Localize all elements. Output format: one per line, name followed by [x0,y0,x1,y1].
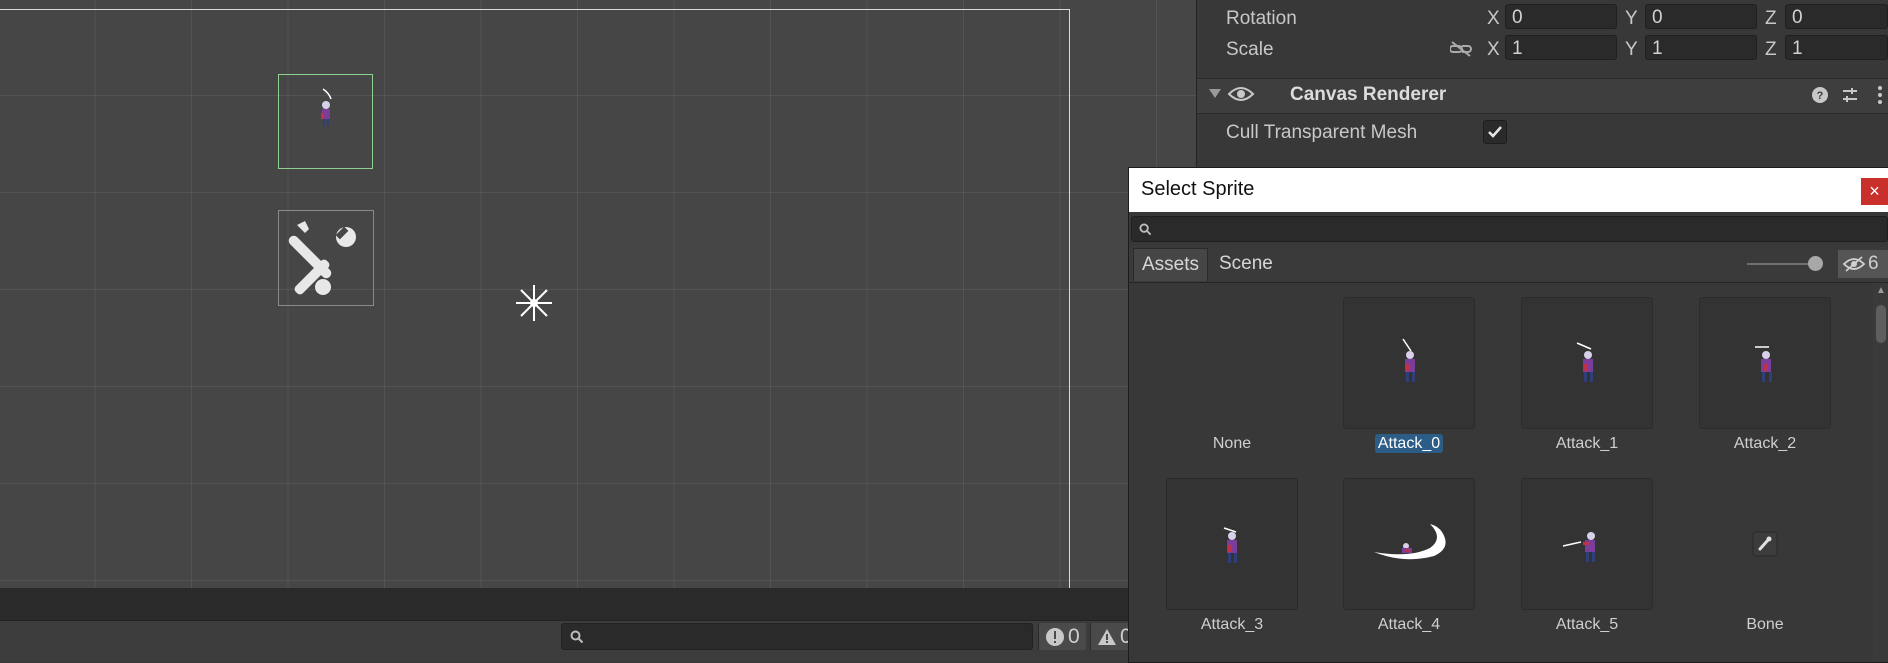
console-search-input[interactable] [561,623,1033,650]
more-options-icon[interactable] [1876,84,1884,106]
bone-icon [1752,531,1778,557]
sprite-label-attack-1: Attack_1 [1555,435,1619,452]
sprite-label-attack-4: Attack_4 [1377,616,1441,633]
scale-label: Scale [1226,39,1274,60]
close-button[interactable]: × [1861,178,1888,205]
scale-z-field[interactable]: 1 [1785,35,1888,60]
error-count-badge[interactable]: 0 [1038,623,1086,650]
sprite-label-attack-0: Attack_0 [1329,434,1489,453]
scene-bottom-bar [0,588,1130,620]
scale-x-field[interactable]: 1 [1505,35,1617,60]
sprite-item-attack-5[interactable] [1521,478,1653,610]
select-sprite-title: Select Sprite [1141,178,1255,200]
error-count: 0 [1068,624,1080,648]
checkmark-icon [1488,126,1502,138]
foldout-triangle-icon[interactable] [1209,89,1221,99]
selected-image-object[interactable] [278,74,373,169]
wrench-screwdriver-icon [288,221,356,295]
scale-y-field[interactable]: 1 [1645,35,1757,60]
rotation-x-field[interactable]: 0 [1505,4,1617,29]
scale-z-axis: Z [1765,39,1777,60]
sprite-label-none: None [1212,435,1252,452]
rotation-z-field[interactable]: 0 [1785,4,1888,29]
thumbnail-size-slider-handle[interactable] [1808,256,1823,271]
sprite-search-input[interactable] [1131,216,1888,242]
character-sprite-icon [321,88,332,126]
hidden-assets-toggle[interactable]: 6 [1838,250,1888,278]
hidden-count: 6 [1868,253,1879,274]
canvas-renderer-title: Canvas Renderer [1290,84,1447,105]
tab-scene[interactable]: Scene [1211,248,1281,280]
sprite-item-attack-2[interactable] [1699,297,1831,429]
help-icon[interactable]: ? [1811,86,1829,104]
sprite-label-attack-2: Attack_2 [1733,435,1797,452]
rotation-y-axis: Y [1625,8,1638,29]
cull-transparent-mesh-checkbox[interactable] [1483,120,1507,144]
svg-text:?: ? [1817,90,1824,102]
sprite-label-attack-5: Attack_5 [1555,616,1619,633]
sprite-label-attack-3: Attack_3 [1200,616,1264,633]
attack-sprite-icon [1223,527,1237,563]
preset-sliders-icon[interactable] [1841,86,1859,104]
search-icon [570,630,584,644]
tab-assets[interactable]: Assets [1133,248,1209,281]
scale-x-axis: X [1487,39,1500,60]
warning-icon [1098,628,1116,645]
cull-transparent-mesh-label: Cull Transparent Mesh [1226,122,1418,143]
sprite-label-bone: Bone [1746,616,1784,633]
attack-sprite-icon [1562,532,1595,562]
scroll-up-icon[interactable]: ▲ [1876,285,1886,296]
tools-image-object[interactable] [278,210,374,306]
rotation-z-axis: Z [1765,8,1777,29]
eye-slash-icon [1842,256,1866,272]
constrain-proportions-icon[interactable] [1450,40,1472,58]
sprite-item-attack-4[interactable] [1343,478,1475,610]
rotation-x-axis: X [1487,8,1500,29]
picker-scrollbar-thumb[interactable] [1876,305,1886,343]
sprite-item-attack-1[interactable] [1521,297,1653,429]
sprite-item-attack-3[interactable] [1166,478,1298,610]
pivot-handle-icon[interactable] [513,282,555,329]
slash-effect-sprite-icon [1374,524,1446,560]
attack-sprite-icon [1755,346,1772,382]
sprite-item-attack-0[interactable] [1343,297,1475,429]
scale-y-axis: Y [1625,39,1638,60]
attack-sprite-icon [1402,338,1415,382]
scene-view[interactable] [0,0,1197,588]
error-icon [1046,627,1064,646]
attack-sprite-icon [1576,342,1593,382]
rotation-y-field[interactable]: 0 [1645,4,1757,29]
search-icon [1139,223,1152,236]
sprite-item-bone[interactable] [1699,478,1831,610]
rotation-label: Rotation [1226,8,1297,29]
eye-icon [1227,87,1255,101]
thumbnail-size-slider[interactable] [1747,263,1817,265]
